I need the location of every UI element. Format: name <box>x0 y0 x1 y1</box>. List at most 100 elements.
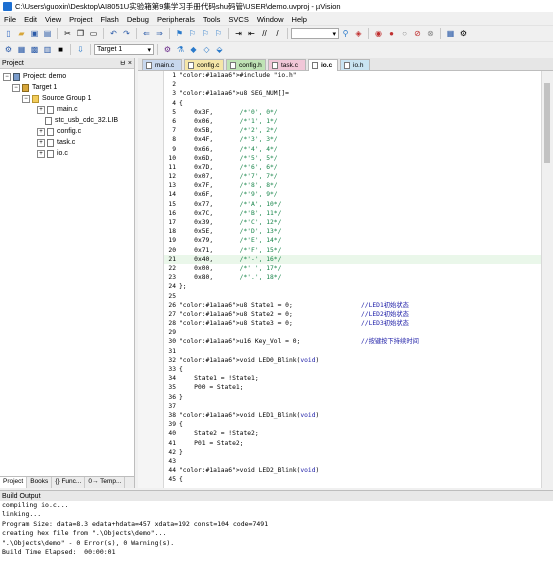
collapse-icon[interactable]: − <box>12 83 20 92</box>
tab-file[interactable]: config.c <box>184 59 224 70</box>
cut-icon[interactable]: ✂ <box>62 28 73 39</box>
code-line[interactable]: 11 0x7D, /*'6', 6*/ <box>164 163 541 172</box>
code-line[interactable]: 18 0x5E, /*'D', 13*/ <box>164 227 541 236</box>
code-line[interactable]: 24}; <box>164 282 541 291</box>
tab-project[interactable]: Project <box>0 477 28 488</box>
new-file-icon[interactable]: ▯ <box>3 28 14 39</box>
code-line[interactable]: 30 "color:#1a1aa6">u16 Key_Vol = 0; //按键按… <box>164 337 541 346</box>
tree-item-file[interactable]: stc_usb_cdc_32.LIB <box>0 115 134 126</box>
code-line[interactable]: 23 0x80, /*'.', 18*/ <box>164 273 541 282</box>
tree-item-file[interactable]: + main.c <box>0 104 134 115</box>
tab-templates[interactable]: 0→ Temp... <box>85 477 126 488</box>
code-line[interactable]: 4{ <box>164 99 541 108</box>
code-line[interactable]: 12 0x07, /*'7', 7*/ <box>164 172 541 181</box>
code-line[interactable]: 19 0x79, /*'E', 14*/ <box>164 236 541 245</box>
tree-item-project[interactable]: − Project: demo <box>0 71 134 82</box>
code-line[interactable]: 10 0x6D, /*'5', 5*/ <box>164 154 541 163</box>
code-line[interactable]: 1 "color:#1a1aa6">#include "io.h" <box>164 71 541 80</box>
indent-icon[interactable]: ⇥ <box>233 28 244 39</box>
code-line[interactable]: 31 <box>164 347 541 356</box>
code-line[interactable]: 40 State2 = !State2; <box>164 429 541 438</box>
code-line[interactable]: 9 0x66, /*'4', 4*/ <box>164 145 541 154</box>
menu-debug[interactable]: Debug <box>123 15 153 24</box>
code-line[interactable]: 13 0x7F, /*'8', 8*/ <box>164 181 541 190</box>
scrollbar-thumb[interactable] <box>544 83 550 163</box>
editor-gutter[interactable] <box>138 71 164 488</box>
bookmark-toggle-icon[interactable]: ⚑ <box>174 28 185 39</box>
target-select[interactable]: Target 1 ▾ <box>94 44 154 55</box>
code-line[interactable]: 15 0x77, /*'A', 10*/ <box>164 200 541 209</box>
find-in-files-icon[interactable]: ⚲ <box>340 28 351 39</box>
save-all-icon[interactable]: ▤ <box>42 28 53 39</box>
breakpoint-insert-icon[interactable]: ● <box>386 28 397 39</box>
expand-icon[interactable]: + <box>37 149 45 158</box>
code-line[interactable]: 38 "color:#1a1aa6">void LED1_Blink(void) <box>164 411 541 420</box>
nav-back-icon[interactable]: ⇐ <box>141 28 152 39</box>
open-file-icon[interactable]: ▰ <box>16 28 27 39</box>
menu-edit[interactable]: Edit <box>20 15 41 24</box>
tree-item-file[interactable]: + io.c <box>0 148 134 159</box>
code-line[interactable]: 6 0x06, /*'1', 1*/ <box>164 117 541 126</box>
code-line[interactable]: 43 <box>164 457 541 466</box>
code-line[interactable]: 5 0x3F, /*'0', 0*/ <box>164 108 541 117</box>
tab-books[interactable]: Books <box>27 477 53 488</box>
code-line[interactable]: 36} <box>164 393 541 402</box>
menu-file[interactable]: File <box>0 15 20 24</box>
code-line[interactable]: 22 0x00, /*' ', 17*/ <box>164 264 541 273</box>
code-line[interactable]: 39{ <box>164 420 541 429</box>
configure-icon[interactable]: ⚙ <box>458 28 469 39</box>
breakpoint-disable-all-icon[interactable]: ⊗ <box>425 28 436 39</box>
code-line[interactable]: 16 0x7C, /*'B', 11*/ <box>164 209 541 218</box>
bookmark-next-icon[interactable]: ⚐ <box>200 28 211 39</box>
code-view[interactable]: 1 "color:#1a1aa6">#include "io.h" 2 3 "color… <box>164 71 541 488</box>
tab-file[interactable]: config.h <box>226 59 266 70</box>
download-icon[interactable]: ⇩ <box>75 44 86 55</box>
tab-file[interactable]: task.c <box>268 59 306 70</box>
tab-file[interactable]: main.c <box>142 59 182 70</box>
redo-icon[interactable]: ↷ <box>121 28 132 39</box>
code-line[interactable]: 21 0x40, /*'-', 16*/ <box>164 254 541 264</box>
menu-project[interactable]: Project <box>65 15 96 24</box>
build-output-panel[interactable]: compiling io.c... linking... Program Size:… <box>0 501 553 561</box>
code-line[interactable]: 28 "color:#1a1aa6">u8 State3 = 0; //LED3初… <box>164 319 541 328</box>
file-extensions-icon[interactable]: ⚗ <box>175 44 186 55</box>
tree-item-target[interactable]: − Target 1 <box>0 82 134 93</box>
code-line[interactable]: 2 <box>164 80 541 89</box>
code-line[interactable]: 34 State1 = !State1; <box>164 374 541 383</box>
build-icon[interactable]: ▦ <box>16 44 27 55</box>
code-line[interactable]: 44 "color:#1a1aa6">void LED2_Blink(void) <box>164 466 541 475</box>
undo-icon[interactable]: ↶ <box>108 28 119 39</box>
expand-icon[interactable]: + <box>37 138 45 147</box>
target-options-icon[interactable]: ⚙ <box>162 44 173 55</box>
tab-functions[interactable]: {} Func... <box>52 477 86 488</box>
translate-icon[interactable]: ⚙ <box>3 44 14 55</box>
code-line[interactable]: 32 "color:#1a1aa6">void LED0_Blink(void) <box>164 356 541 365</box>
menu-flash[interactable]: Flash <box>97 15 123 24</box>
menu-window[interactable]: Window <box>253 15 288 24</box>
nav-forward-icon[interactable]: ⇒ <box>154 28 165 39</box>
menu-help[interactable]: Help <box>288 15 311 24</box>
menu-view[interactable]: View <box>41 15 65 24</box>
code-line[interactable]: 26 "color:#1a1aa6">u8 State1 = 0; //LED1初… <box>164 301 541 310</box>
tree-item-file[interactable]: + config.c <box>0 126 134 137</box>
breakpoint-kill-icon[interactable]: ⊘ <box>412 28 423 39</box>
window-layout-icon[interactable]: ▦ <box>445 28 456 39</box>
collapse-icon[interactable]: − <box>22 94 30 103</box>
code-line[interactable]: 37 <box>164 402 541 411</box>
manage-rte-icon[interactable]: ◆ <box>188 44 199 55</box>
code-line[interactable]: 41 P01 = State2; <box>164 439 541 448</box>
bookmark-prev-icon[interactable]: ⚐ <box>187 28 198 39</box>
select-packs-icon[interactable]: ◇ <box>201 44 212 55</box>
code-line[interactable]: 14 0x6F, /*'9', 9*/ <box>164 190 541 199</box>
vertical-scrollbar[interactable] <box>541 71 553 488</box>
incremental-find-icon[interactable]: ◈ <box>353 28 364 39</box>
find-combo[interactable]: ▾ <box>291 28 339 39</box>
menu-svcs[interactable]: SVCS <box>224 15 252 24</box>
batch-build-icon[interactable]: ▥ <box>42 44 53 55</box>
breakpoint-disable-icon[interactable]: ○ <box>399 28 410 39</box>
save-icon[interactable]: ▣ <box>29 28 40 39</box>
copy-icon[interactable]: ❐ <box>75 28 86 39</box>
stop-build-icon[interactable]: ■ <box>55 44 66 55</box>
tree-item-source-group[interactable]: − Source Group 1 <box>0 93 134 104</box>
comment-icon[interactable]: // <box>259 28 270 39</box>
